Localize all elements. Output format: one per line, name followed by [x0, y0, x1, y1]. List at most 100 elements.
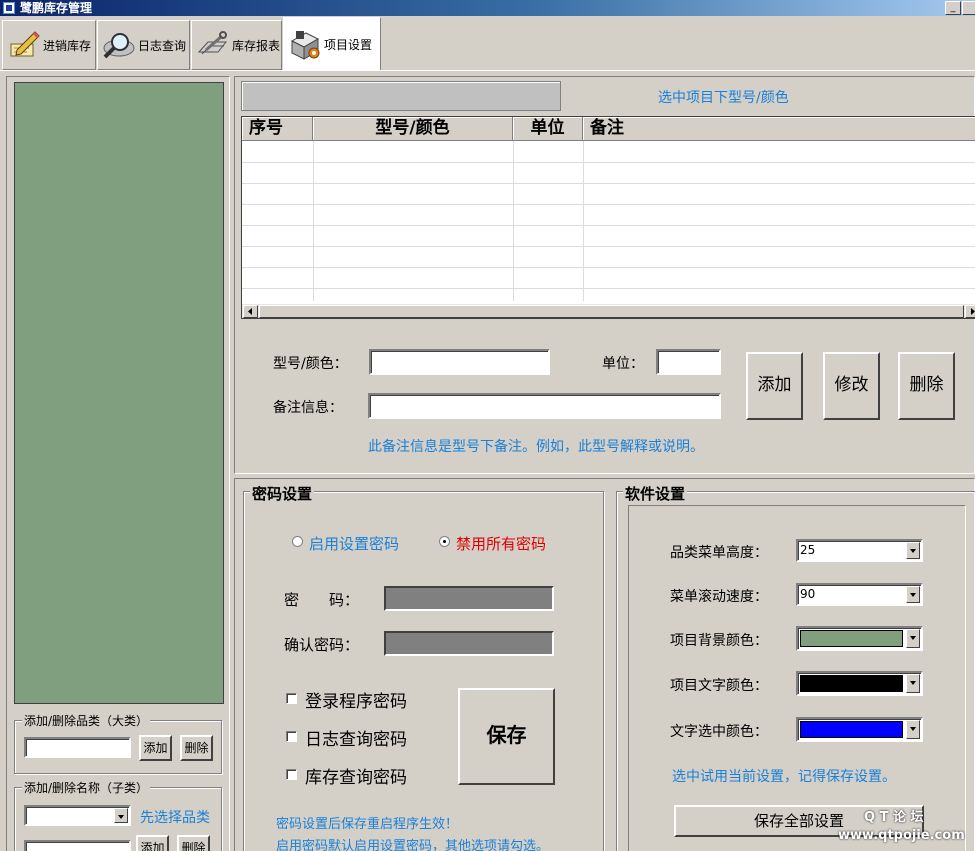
chevron-down-icon[interactable]: [906, 542, 920, 559]
grid-col-line: [513, 141, 514, 301]
menu-height-label: 品类菜单高度：: [670, 545, 768, 561]
select-category-hint: 先选择品类: [140, 810, 210, 826]
chevron-down-icon[interactable]: [906, 674, 920, 693]
text-color-swatch: [800, 675, 903, 692]
watermark-url: www.qtpojie.com: [838, 828, 965, 843]
tab-label: 库存报表: [232, 38, 281, 53]
password-note-2: 启用密码默认启用设置密码，其他选项请勾选。: [276, 839, 550, 851]
tab-stock[interactable]: 进销库存: [2, 20, 96, 70]
selected-item-display: [241, 81, 561, 111]
grid-row-line: [242, 162, 975, 163]
note-input[interactable]: [368, 393, 721, 419]
delete-model-button[interactable]: 删除: [898, 352, 955, 420]
col-header-model[interactable]: 型号/颜色: [313, 117, 513, 141]
model-hint: 选中项目下型号/颜色: [658, 90, 789, 106]
app-icon: [3, 2, 15, 14]
delete-name-button[interactable]: 删除: [177, 835, 210, 851]
unit-label: 单位：: [602, 356, 644, 372]
tab-report[interactable]: 库存报表: [191, 20, 282, 70]
text-color-select[interactable]: [796, 671, 923, 696]
model-table[interactable]: 序号 型号/颜色 单位 备注: [241, 116, 975, 319]
log-password-checkbox[interactable]: [286, 731, 297, 742]
enable-password-radio[interactable]: [292, 536, 303, 547]
disable-password-label[interactable]: 禁用所有密码: [456, 533, 546, 554]
tab-divider: [0, 70, 975, 71]
model-input[interactable]: [369, 349, 550, 375]
log-password-label[interactable]: 日志查询密码: [305, 725, 407, 750]
chevron-down-icon[interactable]: [906, 586, 920, 603]
tab-label: 日志查询: [138, 38, 187, 53]
grid-col-line: [313, 141, 314, 301]
tab-label: 进销库存: [43, 38, 92, 53]
col-header-unit[interactable]: 单位: [513, 117, 583, 141]
horizontal-scrollbar[interactable]: [242, 303, 975, 318]
bg-color-select[interactable]: [796, 626, 923, 651]
grid-row-line: [242, 246, 975, 247]
scroll-speed-select[interactable]: 90: [796, 583, 923, 606]
minimize-button[interactable]: _: [945, 1, 961, 15]
enable-password-label[interactable]: 启用设置密码: [309, 533, 399, 554]
grid-row-line: [242, 183, 975, 184]
category-tree[interactable]: [14, 82, 224, 704]
bg-color-label: 项目背景颜色：: [670, 633, 768, 649]
tab-settings[interactable]: 项目设置: [283, 17, 381, 71]
stock-password-label[interactable]: 库存查询密码: [305, 763, 407, 788]
stock-password-checkbox[interactable]: [286, 769, 297, 780]
pencil-notes-icon: [7, 28, 41, 62]
selection-color-swatch: [800, 721, 903, 738]
grid-row-line: [242, 225, 975, 226]
col-header-index[interactable]: 序号: [242, 117, 313, 141]
confirm-password-label: 确认密码：: [284, 636, 360, 654]
password-group-title: 密码设置: [250, 483, 315, 504]
scroll-left-button[interactable]: [243, 305, 258, 318]
menu-height-select[interactable]: 25: [796, 539, 923, 562]
scrollbar-thumb[interactable]: [259, 305, 964, 318]
scroll-right-button[interactable]: [965, 305, 975, 318]
text-color-label: 项目文字颜色：: [670, 678, 768, 694]
grid-row-line: [242, 267, 975, 268]
category-select[interactable]: [24, 805, 131, 826]
selection-color-label: 文字选中颜色：: [670, 724, 768, 740]
settings-box-icon: [288, 27, 322, 61]
disable-password-radio[interactable]: [439, 536, 450, 547]
save-password-button[interactable]: 保存: [458, 688, 555, 785]
tab-log[interactable]: 日志查询: [97, 20, 190, 70]
note-hint: 此备注信息是型号下备注。例如，此型号解释或说明。: [368, 439, 704, 455]
name-input[interactable]: [24, 840, 131, 851]
unit-input[interactable]: [656, 349, 721, 375]
maximize-button[interactable]: [962, 1, 975, 15]
name-group-title: 添加/删除名称（子类）: [22, 779, 151, 796]
edit-model-button[interactable]: 修改: [823, 352, 880, 420]
software-group-title: 软件设置: [623, 483, 688, 504]
confirm-password-input[interactable]: [384, 631, 554, 656]
col-header-note[interactable]: 备注: [583, 117, 975, 141]
grid-row-line: [242, 288, 975, 289]
category-group-title: 添加/删除品类（大类）: [22, 712, 151, 729]
chevron-down-icon[interactable]: [114, 808, 128, 823]
password-label: 密 码：: [284, 591, 360, 609]
password-input[interactable]: [384, 586, 554, 611]
wrench-report-icon: [196, 28, 230, 62]
note-label: 备注信息：: [273, 400, 343, 416]
watermark-title: Q T 论 坛: [864, 810, 924, 825]
title-bar: [0, 0, 975, 16]
magnifier-icon: [102, 28, 136, 62]
grid-row-line: [242, 204, 975, 205]
category-input[interactable]: [24, 737, 131, 758]
scroll-speed-label: 菜单滚动速度：: [670, 589, 768, 605]
grid-col-line: [583, 141, 584, 301]
tab-label: 项目设置: [324, 37, 373, 52]
bg-color-swatch: [800, 630, 903, 647]
add-name-button[interactable]: 添加: [136, 835, 169, 851]
login-password-checkbox[interactable]: [286, 693, 297, 704]
selection-color-select[interactable]: [796, 717, 923, 742]
add-model-button[interactable]: 添加: [746, 352, 803, 420]
window-title: 鹭鹏库存管理: [20, 1, 93, 15]
chevron-down-icon[interactable]: [906, 720, 920, 739]
scroll-speed-value: 90: [800, 587, 816, 601]
add-category-button[interactable]: 添加: [139, 735, 172, 761]
delete-category-button[interactable]: 删除: [180, 735, 213, 761]
chevron-down-icon[interactable]: [906, 629, 920, 648]
login-password-label[interactable]: 登录程序密码: [305, 687, 407, 712]
menu-height-value: 25: [800, 543, 816, 557]
